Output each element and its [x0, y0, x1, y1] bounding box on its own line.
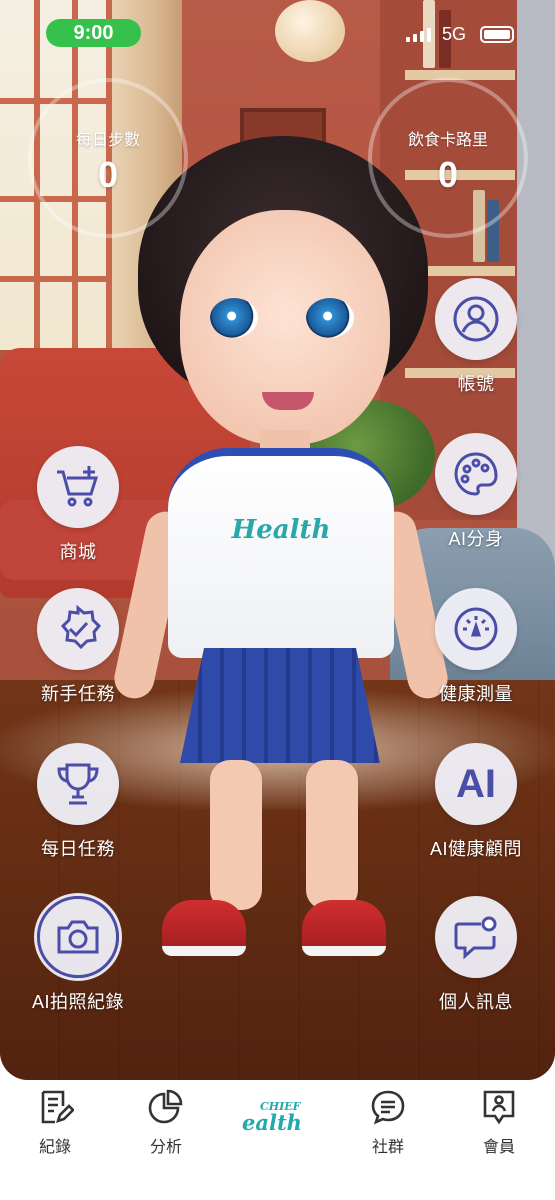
ai-avatar-button[interactable]: AI分身: [396, 433, 555, 557]
bottom-tab-bar: 紀錄 分析 CHIEF ealth 社群 會員: [0, 1080, 555, 1200]
chat-bubble-icon: [371, 1090, 405, 1125]
daily-steps-stat[interactable]: 每日步數 0: [28, 78, 188, 238]
shop-label: 商城: [59, 542, 97, 562]
account-label: 帳號: [457, 374, 495, 394]
diet-calories-value: 0: [437, 154, 459, 195]
tab-community[interactable]: 社群: [348, 1088, 428, 1157]
badge-check-icon: [60, 604, 102, 650]
tab-analysis[interactable]: 分析: [126, 1088, 206, 1157]
health-measure-button[interactable]: 健康測量: [396, 588, 555, 712]
status-bar: 9:00 5G: [0, 0, 555, 60]
signal-icon: [406, 28, 431, 42]
avatar-skirt: [180, 648, 380, 763]
user-icon: [453, 296, 499, 342]
daily-steps-label: 每日步數: [75, 132, 140, 149]
shop-button[interactable]: 商城: [0, 446, 158, 570]
avatar-right-leg: [306, 760, 358, 910]
camera-icon: [57, 920, 99, 954]
avatar-right-eye: [306, 298, 354, 338]
ai-health-advisor-label: AI健康顧問: [429, 839, 522, 859]
tab-community-label: 社群: [371, 1139, 404, 1156]
member-card-icon: [483, 1090, 515, 1125]
ai-avatar-label: AI分身: [448, 529, 504, 549]
cart-plus-icon: [57, 466, 99, 507]
status-time: 9:00: [46, 19, 141, 47]
brand-main-text: ealth: [242, 1110, 302, 1135]
ai-photo-record-label: AI拍照紀錄: [31, 992, 124, 1012]
pie-chart-icon: [148, 1089, 183, 1124]
health-measure-label: 健康測量: [439, 684, 513, 704]
daily-tasks-label: 每日任務: [41, 839, 115, 859]
home-scene: Health 9:00 5G 每日步數 0 飲食卡路里 0 帳號 AI分身 健康…: [0, 0, 555, 1080]
tab-analysis-label: 分析: [149, 1139, 182, 1156]
tab-records-label: 紀錄: [38, 1139, 71, 1156]
messages-button[interactable]: 個人訊息: [396, 896, 555, 1020]
battery-icon: [480, 26, 514, 43]
palette-icon: [454, 452, 498, 496]
chat-notification-icon: [454, 916, 497, 960]
newbie-tasks-label: 新手任務: [41, 684, 115, 704]
chief-health-logo[interactable]: CHIEF ealth: [238, 1100, 318, 1140]
avatar-left-eye: [210, 298, 258, 338]
tab-records[interactable]: 紀錄: [15, 1088, 95, 1157]
avatar-shirt: [168, 448, 394, 658]
avatar-left-shoe: [162, 900, 246, 956]
newbie-tasks-button[interactable]: 新手任務: [0, 588, 158, 712]
ai-health-advisor-button[interactable]: AI AI健康顧問: [396, 743, 555, 867]
diet-calories-stat[interactable]: 飲食卡路里 0: [368, 78, 528, 238]
network-type: 5G: [442, 24, 467, 44]
daily-steps-value: 0: [97, 154, 119, 195]
ai-icon: AI: [456, 761, 496, 806]
avatar-left-leg: [210, 760, 262, 910]
ai-photo-record-button[interactable]: AI拍照紀錄: [0, 896, 158, 1020]
notes-edit-icon: [41, 1090, 75, 1124]
messages-label: 個人訊息: [439, 992, 513, 1012]
gauge-icon: [454, 607, 498, 651]
trophy-icon: [57, 763, 99, 805]
tab-member[interactable]: 會員: [459, 1088, 539, 1157]
avatar-right-shoe: [302, 900, 386, 956]
account-button[interactable]: 帳號: [396, 278, 555, 402]
daily-tasks-button[interactable]: 每日任務: [0, 743, 158, 867]
shirt-logo: Health: [231, 515, 331, 545]
diet-calories-label: 飲食卡路里: [407, 132, 488, 149]
tab-member-label: 會員: [482, 1139, 515, 1156]
